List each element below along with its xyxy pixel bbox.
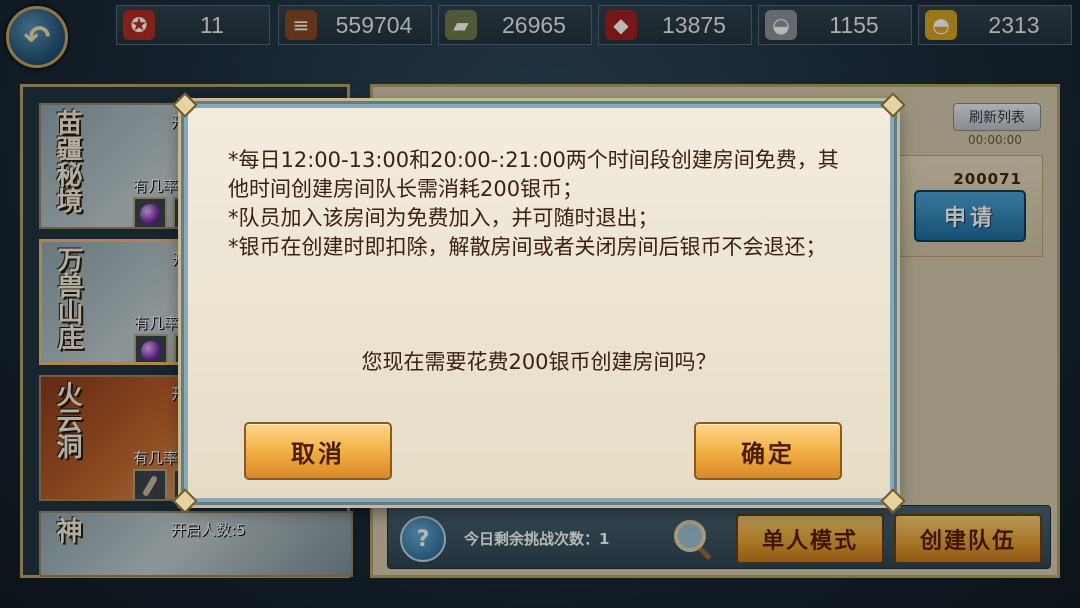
rule-line: *每日12:00-13:00和20:00-:21:00两个时间段创建房间免费，其… <box>228 148 839 201</box>
cancel-button[interactable]: 取消 <box>244 422 392 480</box>
dialog-rules: *每日12:00-13:00和20:00-:21:00两个时间段创建房间免费，其… <box>228 146 858 262</box>
confirm-button[interactable]: 确定 <box>694 422 842 480</box>
confirm-question: 您现在需要花费200银币创建房间吗？ <box>361 350 717 374</box>
create-room-dialog: *每日12:00-13:00和20:00-:21:00两个时间段创建房间免费，其… <box>172 92 906 514</box>
rule-line: *银币在创建时即扣除，解散房间或者关闭房间后银币不会退还； <box>228 235 827 259</box>
rule-line: *队员加入该房间为免费加入，并可随时退出； <box>228 206 659 230</box>
